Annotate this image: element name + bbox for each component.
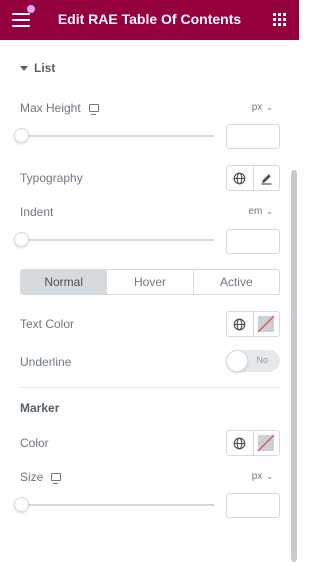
chevron-down-icon: ⌄ xyxy=(266,207,273,216)
tab-hover[interactable]: Hover xyxy=(106,270,192,294)
globe-icon xyxy=(234,437,246,449)
marker-size-label-row: Size xyxy=(20,470,62,484)
chevron-down-icon: ⌄ xyxy=(266,472,273,481)
grid-icon[interactable] xyxy=(273,13,286,26)
divider xyxy=(20,387,280,388)
toggle-thumb xyxy=(226,350,248,372)
indent-unit: em xyxy=(248,206,263,217)
marker-heading-row: Marker xyxy=(20,401,59,415)
global-marker-color-button[interactable] xyxy=(227,431,253,455)
slider-handle[interactable] xyxy=(14,128,29,143)
slider-track xyxy=(20,135,214,137)
marker-color-controls xyxy=(226,430,280,456)
indent-unit-select[interactable]: em ⌄ xyxy=(248,206,273,217)
slider-handle[interactable] xyxy=(14,497,29,512)
global-color-button[interactable] xyxy=(227,312,253,336)
caret-down-icon xyxy=(20,65,28,71)
max-height-label-row: Max Height xyxy=(20,101,99,115)
marker-color-label: Color xyxy=(20,436,49,450)
underline-label-row: Underline xyxy=(20,355,71,369)
max-height-label: Max Height xyxy=(20,101,81,115)
max-height-unit: px xyxy=(251,102,263,113)
section-title: List xyxy=(34,61,56,75)
max-height-unit-select[interactable]: px ⌄ xyxy=(252,102,273,113)
page-title: Edit RAE Table Of Contents xyxy=(57,11,242,27)
marker-color-label-row: Color xyxy=(20,436,49,450)
marker-size-slider[interactable] xyxy=(14,497,214,512)
desktop-icon[interactable] xyxy=(88,104,99,115)
edit-typography-button[interactable] xyxy=(252,166,279,190)
text-color-swatch[interactable] xyxy=(252,312,279,336)
desktop-icon[interactable] xyxy=(51,473,62,484)
indent-slider[interactable] xyxy=(14,232,214,247)
indent-label-row: Indent xyxy=(20,205,53,219)
slider-track xyxy=(20,504,214,506)
slider-track xyxy=(20,239,214,241)
global-typography-button[interactable] xyxy=(227,166,253,190)
typography-label-row: Typography xyxy=(20,171,83,185)
state-tabs: Normal Hover Active xyxy=(20,269,280,295)
section-divider xyxy=(0,45,290,46)
globe-icon xyxy=(234,172,246,184)
text-color-label: Text Color xyxy=(20,317,75,331)
underline-label: Underline xyxy=(20,355,72,369)
toggle-text: No xyxy=(256,355,268,365)
marker-size-unit-select[interactable]: px ⌄ xyxy=(252,471,273,482)
marker-size-input[interactable] xyxy=(226,493,280,518)
typography-label: Typography xyxy=(20,171,83,185)
slider-handle[interactable] xyxy=(14,232,29,247)
marker-color-swatch[interactable] xyxy=(252,431,279,455)
indent-label: Indent xyxy=(20,205,54,219)
no-color-swatch-icon xyxy=(257,315,276,333)
marker-heading: Marker xyxy=(20,401,60,415)
panel-header: Edit RAE Table Of Contents xyxy=(0,0,299,40)
max-height-input[interactable] xyxy=(226,124,280,149)
max-height-slider[interactable] xyxy=(14,128,214,143)
pencil-icon xyxy=(261,173,272,185)
no-color-swatch-icon xyxy=(257,434,276,452)
scrollbar-thumb[interactable] xyxy=(291,170,297,562)
tab-active[interactable]: Active xyxy=(192,270,279,294)
section-toggle-list[interactable]: List xyxy=(20,61,55,75)
underline-toggle[interactable]: No xyxy=(226,350,280,372)
indent-input[interactable] xyxy=(226,229,280,254)
globe-icon xyxy=(234,318,246,330)
marker-size-unit: px xyxy=(251,471,263,482)
text-color-controls xyxy=(226,311,280,337)
typography-controls xyxy=(226,165,280,191)
tab-normal[interactable]: Normal xyxy=(21,270,107,294)
text-color-label-row: Text Color xyxy=(20,317,74,331)
marker-size-label: Size xyxy=(20,470,44,484)
chevron-down-icon: ⌄ xyxy=(266,103,273,112)
